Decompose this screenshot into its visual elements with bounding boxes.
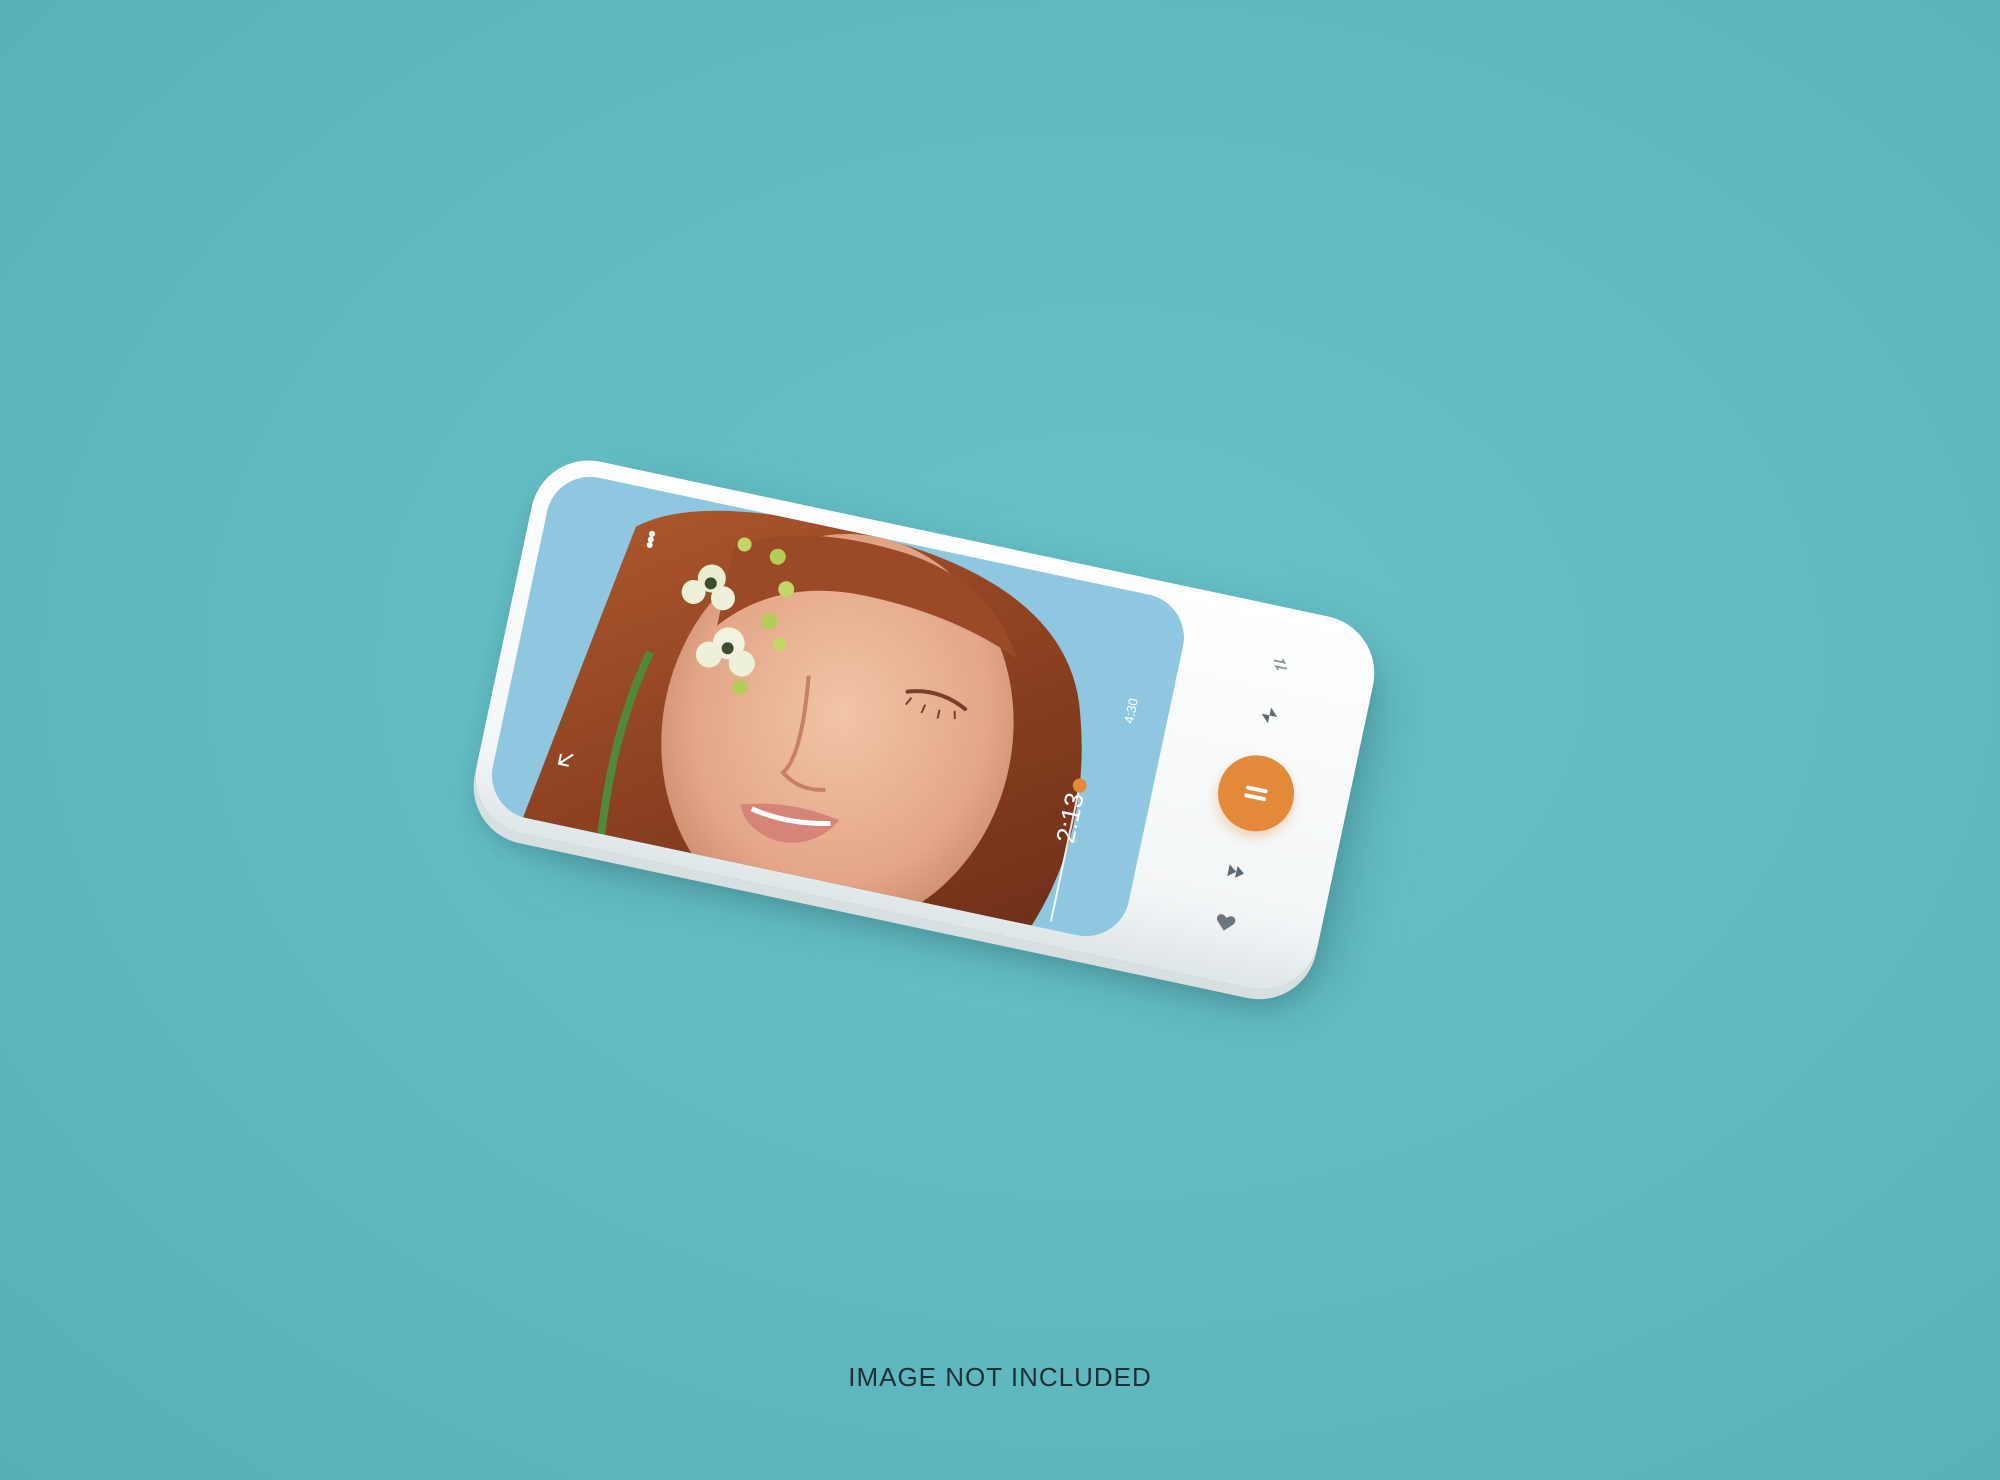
scene-background: ••• 2:13 4:30 IMAGE NOT INCLUDED	[0, 0, 2000, 1480]
phone-screen: ••• 2:13 4:30	[483, 468, 1193, 945]
repeat-icon[interactable]	[1260, 644, 1300, 684]
skip-next-icon[interactable]	[1216, 852, 1256, 892]
phone-mockup: ••• 2:13 4:30	[464, 449, 1386, 1001]
image-caption: IMAGE NOT INCLUDED	[848, 1362, 1152, 1392]
heart-icon[interactable]	[1205, 903, 1245, 943]
skip-previous-icon[interactable]	[1249, 695, 1289, 735]
album-art-photo	[483, 468, 1193, 945]
pause-icon	[1244, 785, 1268, 802]
arrow-down-left-icon[interactable]	[552, 745, 580, 773]
pause-button[interactable]	[1210, 748, 1302, 839]
